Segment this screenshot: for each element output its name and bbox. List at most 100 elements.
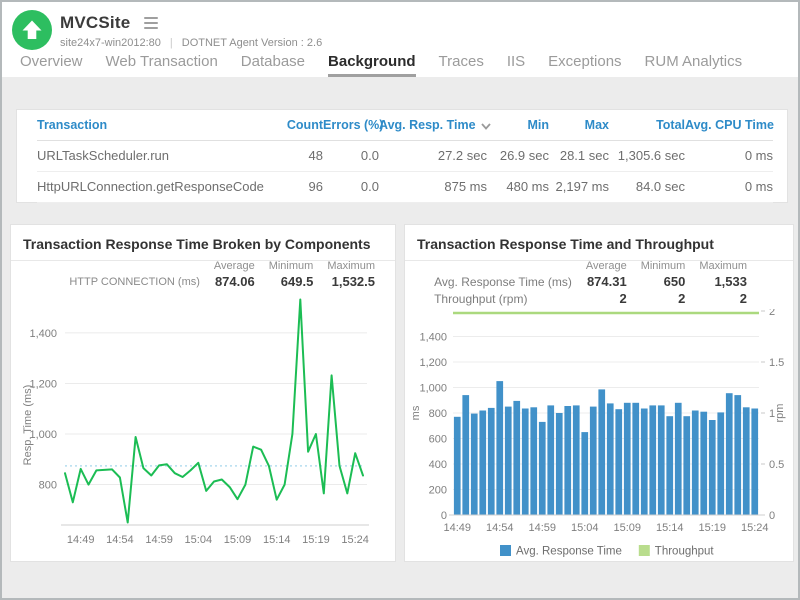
tab-rum-analytics[interactable]: RUM Analytics [645, 53, 743, 77]
agent-version-label: DOTNET Agent Version : 2.6 [182, 37, 322, 49]
cell-min: 480 ms [487, 171, 549, 202]
y-axis-tick-rpm: 1.5 [769, 357, 784, 369]
stat-value: 874.31 [572, 273, 627, 290]
x-axis-tick: 14:59 [145, 534, 173, 546]
response-time-bar [479, 411, 486, 516]
response-time-bar [666, 416, 673, 515]
response-time-bar [641, 409, 648, 516]
y-axis-label-rpm: rpm [774, 404, 786, 423]
up-arrow-icon [12, 10, 52, 50]
response-time-bar [615, 409, 622, 515]
response-time-bar [751, 409, 758, 516]
table-row[interactable]: HttpURLConnection.getResponseCode960.087… [37, 171, 773, 202]
chart-title: Transaction Response Time Broken by Comp… [11, 225, 395, 261]
series-label: Throughput (rpm) [434, 290, 572, 307]
cell-errors: 0.0 [323, 140, 379, 171]
x-axis-tick: 15:24 [341, 534, 369, 546]
x-axis-tick: 14:59 [528, 522, 556, 534]
y-axis-tick-ms: 1,200 [419, 357, 447, 369]
response-time-bar [700, 412, 707, 515]
x-axis-tick: 15:04 [571, 522, 599, 534]
x-axis-tick: 15:14 [263, 534, 291, 546]
y-axis-tick: 800 [39, 480, 57, 492]
tab-web-transaction[interactable]: Web Transaction [106, 53, 218, 77]
x-axis-tick: 14:54 [106, 534, 134, 546]
response-time-bar [734, 395, 741, 515]
stat-value: 1,533 [685, 273, 747, 290]
col-header-transaction[interactable]: Transaction [37, 110, 277, 140]
response-time-bar [505, 407, 512, 515]
y-axis-label-ms: ms [410, 405, 422, 420]
cell-avg-resp-time: 875 ms [379, 171, 487, 202]
response-time-bar [556, 413, 563, 515]
y-axis-tick-rpm: 0 [769, 510, 775, 522]
tab-exceptions[interactable]: Exceptions [548, 53, 621, 77]
tab-traces[interactable]: Traces [439, 53, 484, 77]
response-time-bar [488, 408, 495, 515]
stat-header-average: Average [572, 258, 627, 273]
cell-avg-cpu-time: 0 ms [685, 140, 773, 171]
response-time-bar [709, 420, 716, 515]
col-header-avg-cpu-time[interactable]: Avg. CPU Time [685, 110, 773, 140]
throughput-chart-card: Transaction Response Time and Throughput… [404, 224, 794, 562]
table-row[interactable]: URLTaskScheduler.run480.027.2 sec26.9 se… [37, 140, 773, 171]
y-axis-tick: 1,400 [29, 328, 57, 340]
response-time-bar [471, 414, 478, 515]
chart-summary-stats: AverageMinimumMaximumAvg. Response Time … [434, 258, 747, 307]
x-axis-tick: 15:04 [185, 534, 213, 546]
col-header-max[interactable]: Max [549, 110, 609, 140]
cell-min: 26.9 sec [487, 140, 549, 171]
cell-max: 2,197 ms [549, 171, 609, 202]
x-axis-tick: 15:24 [741, 522, 769, 534]
response-time-bar [607, 403, 614, 515]
transactions-table-card: TransactionCountErrors (%)Avg. Resp. Tim… [16, 109, 788, 203]
cell-total: 1,305.6 sec [609, 140, 685, 171]
y-axis-tick-ms: 1,400 [419, 332, 447, 344]
response-time-bar [692, 411, 699, 516]
y-axis-tick-ms: 200 [429, 485, 447, 497]
response-time-bar [522, 409, 529, 516]
stat-value: 874.06 [200, 273, 255, 290]
stat-value: 2 [627, 290, 686, 307]
response-time-bar [726, 393, 733, 515]
col-header-min[interactable]: Min [487, 110, 549, 140]
x-axis-tick: 14:49 [443, 522, 471, 534]
legend-swatch-avg-response-time [500, 545, 511, 556]
response-time-bar [547, 405, 554, 515]
stat-value: 649.5 [255, 273, 314, 290]
chart-title: Transaction Response Time and Throughput [405, 225, 793, 261]
response-time-bar [683, 416, 690, 515]
col-header-total[interactable]: Total [609, 110, 685, 140]
series-label: HTTP CONNECTION (ms) [69, 273, 200, 290]
legend-label: Avg. Response Time [516, 546, 622, 558]
stat-value: 2 [685, 290, 747, 307]
col-header-avg-resp-time[interactable]: Avg. Resp. Time [379, 110, 487, 140]
transaction-name[interactable]: URLTaskScheduler.run [37, 140, 277, 171]
y-axis-tick-ms: 600 [429, 434, 447, 446]
stat-header-minimum: Minimum [627, 258, 686, 273]
response-time-bar [573, 405, 580, 515]
stat-header-minimum: Minimum [255, 258, 314, 273]
response-time-bar [675, 403, 682, 515]
y-axis-tick-rpm: 2 [769, 309, 775, 318]
col-header-count[interactable]: Count [277, 110, 323, 140]
x-axis-tick: 15:19 [302, 534, 330, 546]
legend-label: Throughput [655, 546, 715, 558]
y-axis-label: Resp. Time (ms) [22, 385, 34, 466]
response-time-bar [590, 407, 597, 515]
stat-header-maximum: Maximum [313, 258, 375, 273]
hamburger-icon[interactable] [142, 15, 160, 31]
tab-background[interactable]: Background [328, 53, 416, 77]
tab-database[interactable]: Database [241, 53, 305, 77]
component-response-chart-card: Transaction Response Time Broken by Comp… [10, 224, 396, 562]
transaction-name[interactable]: HttpURLConnection.getResponseCode [37, 171, 277, 202]
stat-value: 2 [572, 290, 627, 307]
tab-overview[interactable]: Overview [20, 53, 83, 77]
tab-bar: Overview Web Transaction Database Backgroun… [20, 52, 742, 77]
response-time-bar [539, 422, 546, 515]
response-time-bar [513, 401, 520, 515]
tab-iis[interactable]: IIS [507, 53, 525, 77]
x-axis-tick: 14:49 [67, 534, 95, 546]
legend-swatch-throughput [639, 545, 650, 556]
col-header-errors[interactable]: Errors (%) [323, 110, 379, 140]
